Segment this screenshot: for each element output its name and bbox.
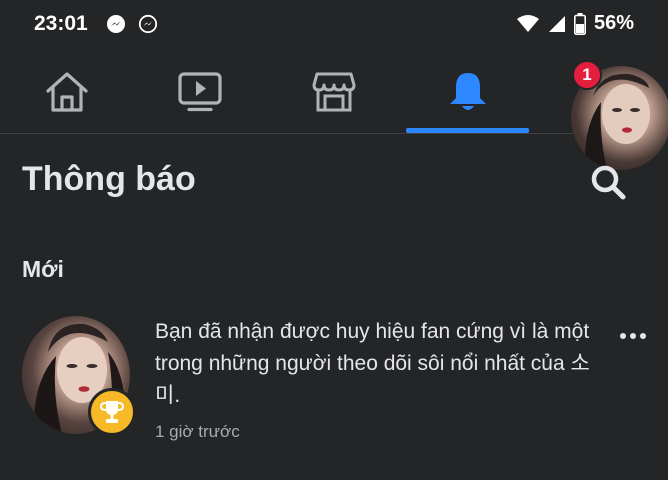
tab-notifications[interactable] — [408, 52, 528, 132]
notification-item[interactable]: Bạn đã nhận được huy hiệu fan cứng vì là… — [0, 308, 668, 458]
home-icon — [46, 72, 88, 112]
search-button[interactable] — [586, 160, 630, 204]
notification-message: Bạn đã nhận được huy hiệu fan cứng vì là… — [155, 320, 590, 375]
tab-watch[interactable] — [140, 52, 260, 132]
video-icon — [178, 72, 222, 112]
battery-icon — [573, 12, 586, 35]
notification-message-end: . — [174, 384, 181, 407]
battery-percent: 56% — [593, 12, 634, 34]
wifi-icon — [516, 14, 539, 32]
more-options-button[interactable] — [618, 326, 648, 346]
notification-time: 1 giờ trước — [155, 422, 240, 441]
trophy-icon — [99, 401, 125, 423]
search-icon — [591, 165, 626, 200]
notification-text: Bạn đã nhận được huy hiệu fan cứng vì là… — [155, 316, 605, 412]
trophy-badge — [88, 388, 136, 436]
store-icon — [312, 72, 356, 112]
status-right: 56% — [516, 12, 634, 35]
status-bar: 23:01 56% — [0, 0, 668, 50]
nav-bar — [0, 52, 668, 132]
section-title-new: Mới — [22, 256, 64, 282]
notification-count-badge: 1 — [572, 60, 602, 90]
active-tab-indicator — [406, 128, 529, 133]
messenger-icon — [138, 14, 158, 34]
page-title: Thông báo — [22, 160, 196, 198]
tab-home[interactable] — [7, 52, 127, 132]
messenger-icon — [107, 15, 125, 33]
more-icon — [620, 333, 646, 339]
status-time: 23:01 — [34, 12, 88, 35]
bell-icon — [450, 73, 486, 110]
signal-icon — [548, 15, 565, 32]
tab-marketplace[interactable] — [274, 52, 394, 132]
nav-divider — [0, 133, 668, 134]
